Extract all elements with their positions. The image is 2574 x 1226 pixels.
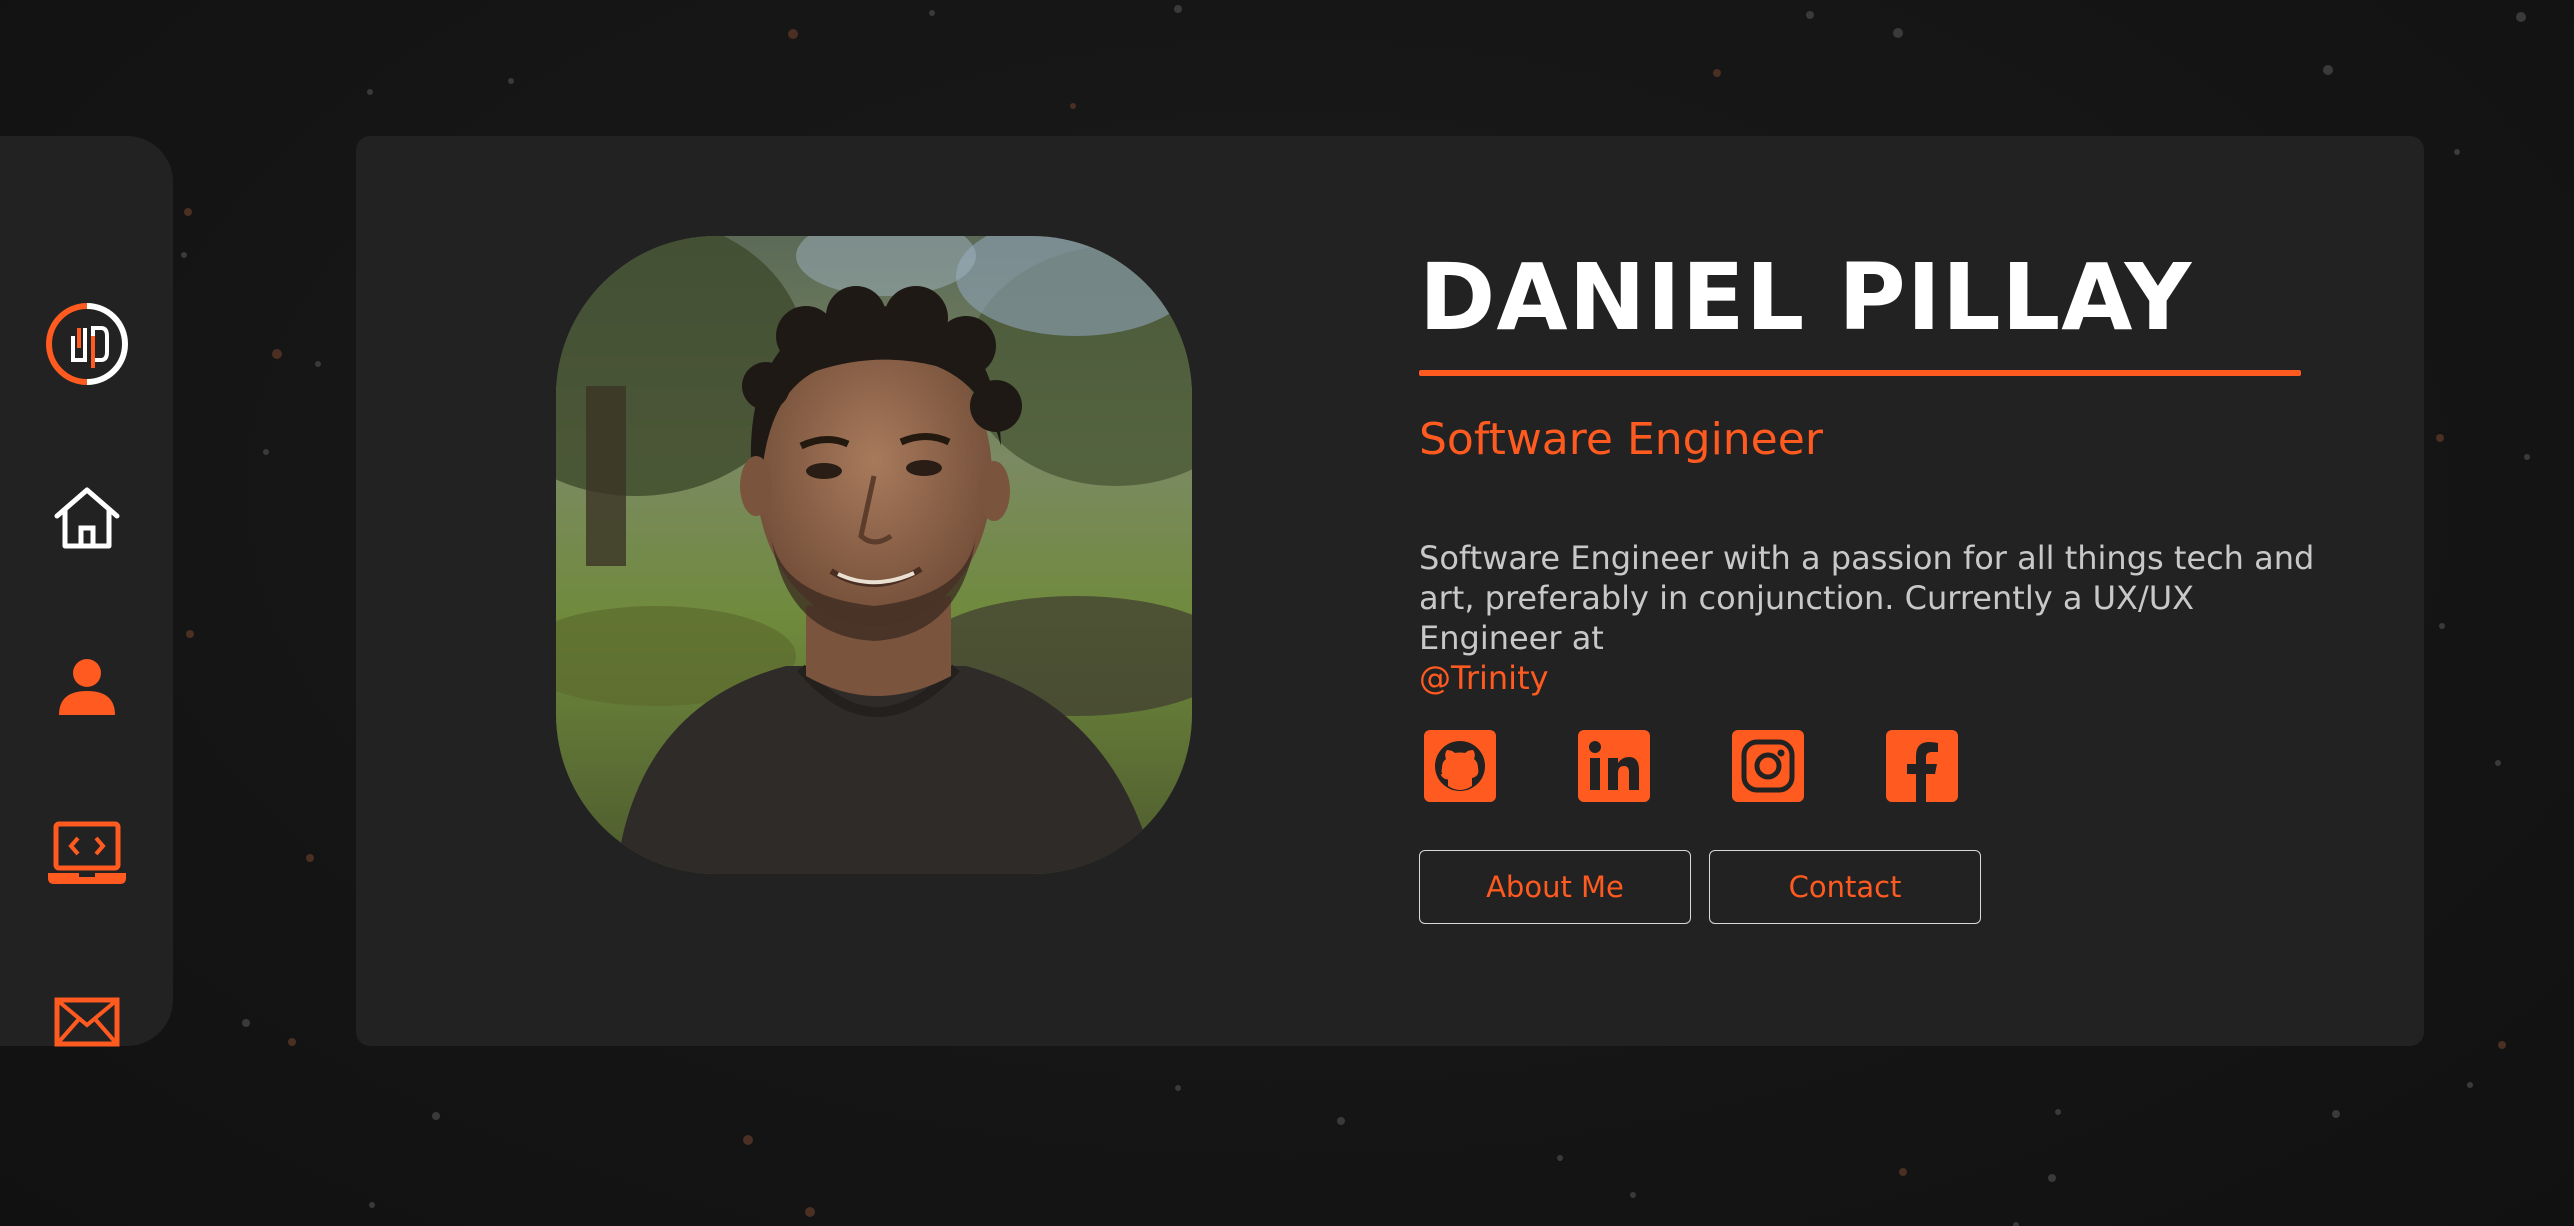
profile-photo bbox=[556, 236, 1192, 874]
name-underline bbox=[1419, 370, 2301, 376]
mail-icon bbox=[54, 997, 119, 1047]
github-icon bbox=[1424, 730, 1496, 802]
profile-info: DANIEL PILLAY Software Engineer Software… bbox=[1419, 240, 2319, 924]
profile-role: Software Engineer bbox=[1419, 414, 1823, 465]
home-icon bbox=[54, 487, 119, 549]
laptop-code-icon bbox=[47, 821, 126, 884]
contact-button[interactable]: Contact bbox=[1709, 850, 1981, 924]
github-link[interactable] bbox=[1424, 730, 1496, 802]
linkedin-icon bbox=[1578, 730, 1650, 802]
page: DANIEL PILLAY Software Engineer Software… bbox=[0, 0, 2574, 1226]
sidebar-item-about[interactable] bbox=[0, 637, 173, 737]
sidebar-item-logo[interactable] bbox=[0, 294, 173, 394]
company-link[interactable]: @Trinity bbox=[1419, 659, 1549, 697]
sidebar-item-home[interactable] bbox=[0, 468, 173, 568]
sidebar-item-projects[interactable] bbox=[0, 804, 173, 904]
social-links bbox=[1424, 730, 2319, 802]
facebook-icon bbox=[1886, 730, 1958, 802]
instagram-link[interactable] bbox=[1732, 730, 1804, 802]
user-icon bbox=[58, 659, 115, 715]
profile-bio: Software Engineer with a passion for all… bbox=[1419, 538, 2339, 698]
logo-icon bbox=[45, 303, 128, 385]
profile-name: DANIEL PILLAY bbox=[1419, 244, 2193, 351]
instagram-icon bbox=[1732, 730, 1804, 802]
about-me-button[interactable]: About Me bbox=[1419, 850, 1691, 924]
facebook-link[interactable] bbox=[1886, 730, 1958, 802]
bio-text: Software Engineer with a passion for all… bbox=[1419, 539, 2315, 657]
linkedin-link[interactable] bbox=[1578, 730, 1650, 802]
action-buttons: About Me Contact bbox=[1419, 850, 2319, 924]
sidebar-nav bbox=[0, 136, 173, 1047]
sidebar-item-contact[interactable] bbox=[0, 972, 173, 1072]
